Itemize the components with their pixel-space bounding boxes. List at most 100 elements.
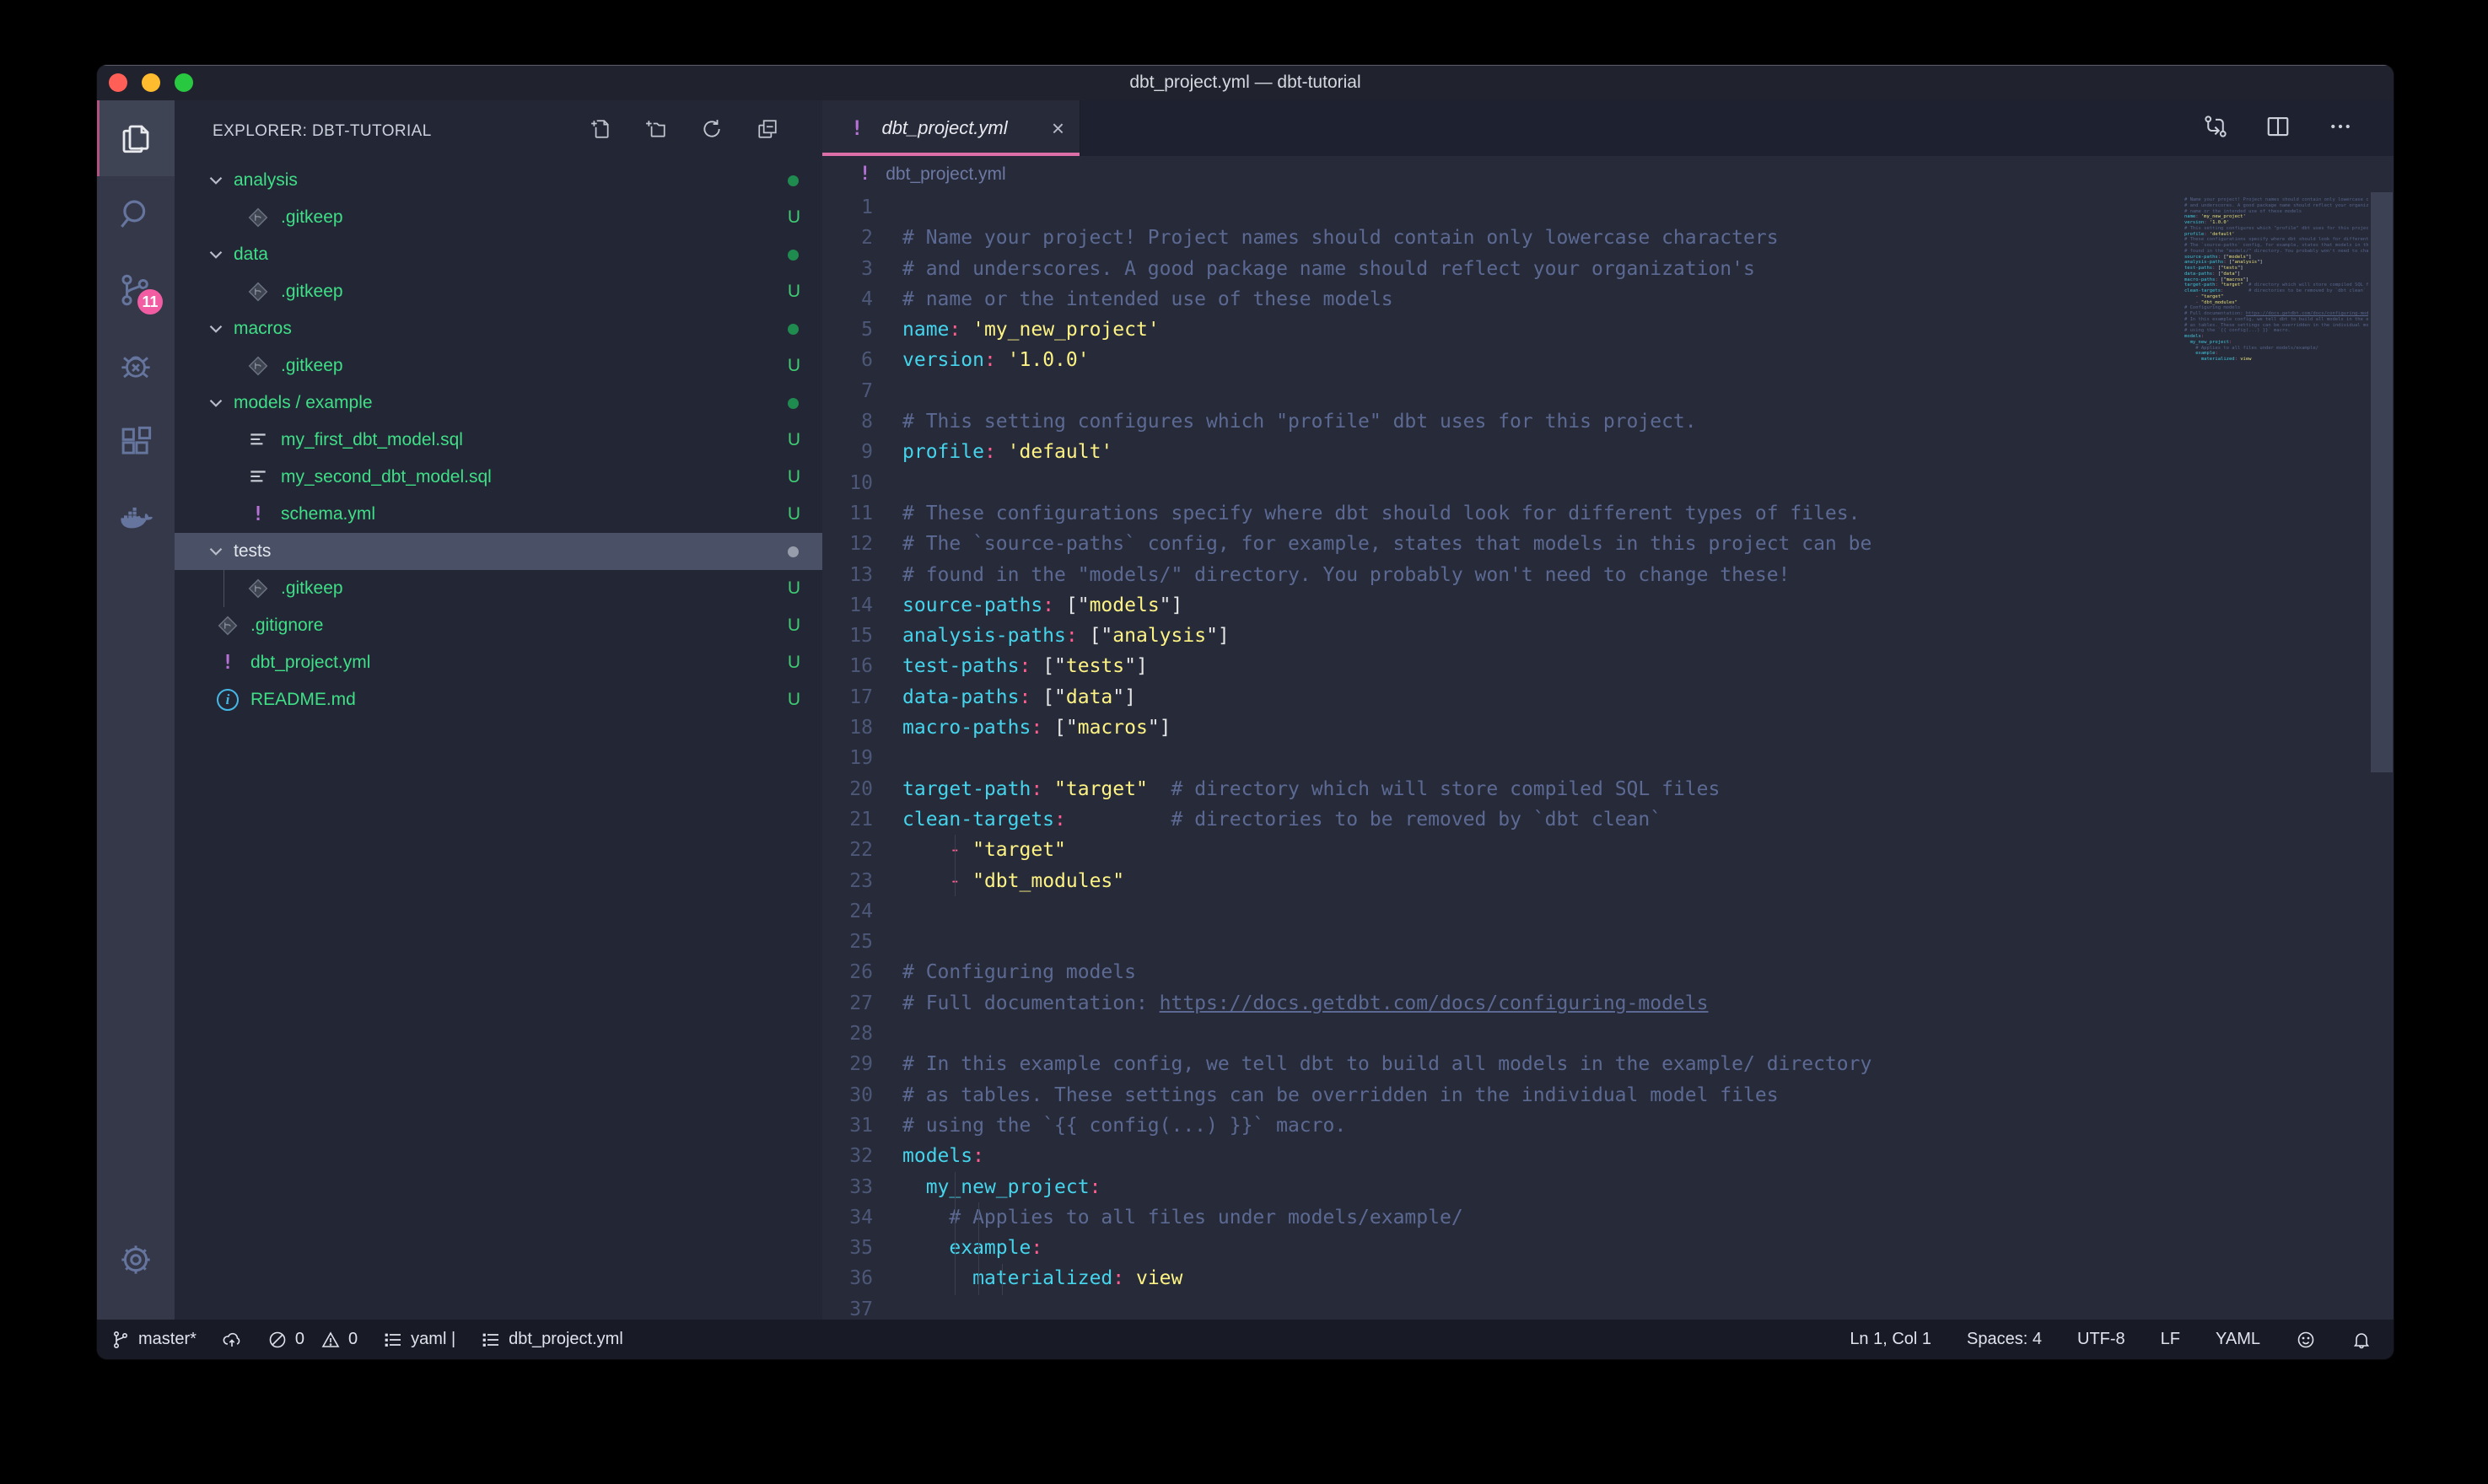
tab-bar: ! dbt_project.yml × bbox=[822, 100, 2394, 156]
code-line-2: 2# Name your project! Project names shou… bbox=[822, 223, 2394, 253]
tree-item-label: schema.yml bbox=[281, 504, 788, 524]
search-icon[interactable] bbox=[97, 176, 175, 252]
compare-changes-icon[interactable] bbox=[2203, 114, 2228, 143]
chevron-down-icon bbox=[205, 244, 227, 266]
tab-close-icon[interactable]: × bbox=[1052, 116, 1064, 142]
tree-item-label: dbt_project.yml bbox=[250, 653, 788, 673]
extensions-icon[interactable] bbox=[97, 404, 175, 480]
tree-item-readme-md[interactable]: iREADME.mdU bbox=[175, 681, 822, 718]
git-status-badge: U bbox=[788, 504, 800, 524]
source-control-icon[interactable]: 11 bbox=[97, 252, 175, 328]
git-file-icon bbox=[245, 205, 271, 230]
breadcrumb[interactable]: ! dbt_project.yml bbox=[822, 156, 2394, 192]
explorer-icon[interactable] bbox=[97, 100, 175, 176]
close-window-button[interactable] bbox=[109, 73, 127, 92]
tree-item-macros[interactable]: macros bbox=[175, 310, 822, 347]
code-line-4: 4# name or the intended use of these mod… bbox=[822, 284, 2394, 315]
code-line-22: 22 - "target" bbox=[822, 835, 2394, 865]
git-status-badge: U bbox=[788, 653, 800, 673]
code-line-7: 7 bbox=[822, 376, 2394, 406]
line-number: 37 bbox=[822, 1294, 902, 1320]
code-line-29: 29# In this example config, we tell dbt … bbox=[822, 1049, 2394, 1079]
code-line-33: 33 my_new_project: bbox=[822, 1172, 2394, 1202]
tab-dbt-project-yml[interactable]: ! dbt_project.yml × bbox=[822, 100, 1080, 156]
docker-icon[interactable] bbox=[97, 480, 175, 556]
outline-icon bbox=[481, 1330, 501, 1350]
line-number: 22 bbox=[822, 835, 902, 865]
line-number: 18 bbox=[822, 712, 902, 743]
scrollbar-thumb[interactable] bbox=[2371, 192, 2393, 772]
outline-file-status[interactable]: dbt_project.yml bbox=[481, 1330, 623, 1350]
refresh-icon[interactable] bbox=[701, 118, 723, 144]
line-number: 13 bbox=[822, 560, 902, 590]
eol-status[interactable]: LF bbox=[2161, 1330, 2180, 1349]
feedback-smiley-icon[interactable] bbox=[2296, 1330, 2316, 1350]
code-line-34: 34 # Applies to all files under models/e… bbox=[822, 1202, 2394, 1233]
explorer-header-title: EXPLORER: DBT-TUTORIAL bbox=[213, 122, 590, 141]
settings-gear-icon[interactable] bbox=[97, 1222, 175, 1298]
status-bar: master* 0 0 yaml | dbt_project.yml Ln 1,… bbox=[97, 1320, 2394, 1359]
encoding-status[interactable]: UTF-8 bbox=[2077, 1330, 2125, 1349]
more-actions-icon[interactable] bbox=[2328, 114, 2353, 143]
tree-item-label: .gitignore bbox=[250, 616, 788, 636]
line-number: 32 bbox=[822, 1141, 902, 1171]
tree-item-label: .gitkeep bbox=[281, 578, 788, 599]
indent-guide bbox=[978, 1202, 979, 1295]
code-line-17: 17data-paths: ["data"] bbox=[822, 682, 2394, 712]
tree-item-schema-yml[interactable]: !schema.ymlU bbox=[175, 496, 822, 533]
collapse-folders-icon[interactable] bbox=[757, 118, 778, 144]
source-control-badge: 11 bbox=[136, 288, 164, 316]
line-number: 17 bbox=[822, 682, 902, 712]
code-editor[interactable]: 12# Name your project! Project names sho… bbox=[822, 192, 2394, 1320]
tree-item-data[interactable]: data bbox=[175, 236, 822, 273]
tree-item-label: macros bbox=[234, 319, 788, 339]
tree-item--gitignore[interactable]: .gitignoreU bbox=[175, 607, 822, 644]
tree-item--gitkeep[interactable]: .gitkeepU bbox=[175, 347, 822, 384]
outline-language-status[interactable]: yaml | bbox=[383, 1330, 455, 1350]
code-line-5: 5name: 'my_new_project' bbox=[822, 315, 2394, 345]
tree-item-tests[interactable]: tests bbox=[175, 533, 822, 570]
tree-item-models-example[interactable]: models / example bbox=[175, 384, 822, 422]
line-number: 36 bbox=[822, 1263, 902, 1293]
language-mode-status[interactable]: YAML bbox=[2216, 1330, 2260, 1349]
yaml-file-icon: ! bbox=[215, 650, 240, 675]
notifications-bell-icon[interactable] bbox=[2351, 1330, 2372, 1350]
editor-group: ! dbt_project.yml × ! dbt_project.yml 12… bbox=[822, 100, 2394, 1320]
code-line-8: 8# This setting configures which "profil… bbox=[822, 406, 2394, 437]
split-editor-icon[interactable] bbox=[2265, 114, 2291, 143]
tree-item--gitkeep[interactable]: .gitkeepU bbox=[175, 273, 822, 310]
new-folder-icon[interactable] bbox=[645, 118, 667, 144]
git-file-icon bbox=[215, 613, 240, 638]
chevron-down-icon bbox=[205, 540, 227, 562]
indentation-status[interactable]: Spaces: 4 bbox=[1967, 1330, 2042, 1349]
tree-item--gitkeep[interactable]: .gitkeepU bbox=[175, 570, 822, 607]
git-file-icon bbox=[245, 353, 271, 379]
new-file-icon[interactable] bbox=[590, 118, 611, 144]
cursor-position-status[interactable]: Ln 1, Col 1 bbox=[1850, 1330, 1931, 1349]
window-controls bbox=[109, 73, 193, 92]
git-status-dot bbox=[788, 324, 799, 335]
code-line-13: 13# found in the "models/" directory. Yo… bbox=[822, 560, 2394, 590]
tree-item-my-second-dbt-model-sql[interactable]: my_second_dbt_model.sqlU bbox=[175, 459, 822, 496]
tree-item-my-first-dbt-model-sql[interactable]: my_first_dbt_model.sqlU bbox=[175, 422, 822, 459]
code-line-35: 35 example: bbox=[822, 1233, 2394, 1263]
tree-item-analysis[interactable]: analysis bbox=[175, 162, 822, 199]
minimize-window-button[interactable] bbox=[142, 73, 160, 92]
git-status-badge: U bbox=[788, 616, 800, 636]
tree-item--gitkeep[interactable]: .gitkeepU bbox=[175, 199, 822, 236]
git-status-badge: U bbox=[788, 690, 800, 710]
line-number: 26 bbox=[822, 957, 902, 987]
zoom-window-button[interactable] bbox=[175, 73, 193, 92]
tree-item-dbt-project-yml[interactable]: ! dbt_project.ymlU bbox=[175, 644, 822, 681]
git-branch-status[interactable]: master* bbox=[110, 1330, 197, 1350]
line-number: 12 bbox=[822, 529, 902, 559]
sync-changes-button[interactable] bbox=[222, 1330, 242, 1350]
debug-icon[interactable] bbox=[97, 328, 175, 404]
tree-item-label: models / example bbox=[234, 393, 788, 413]
code-line-11: 11# These configurations specify where d… bbox=[822, 498, 2394, 529]
code-line-26: 26# Configuring models bbox=[822, 957, 2394, 987]
editor-scrollbar[interactable] bbox=[2370, 192, 2394, 1320]
line-number: 2 bbox=[822, 223, 902, 253]
problems-status[interactable]: 0 0 bbox=[267, 1330, 358, 1350]
code-line-20: 20target-path: "target" # directory whic… bbox=[822, 774, 2394, 804]
